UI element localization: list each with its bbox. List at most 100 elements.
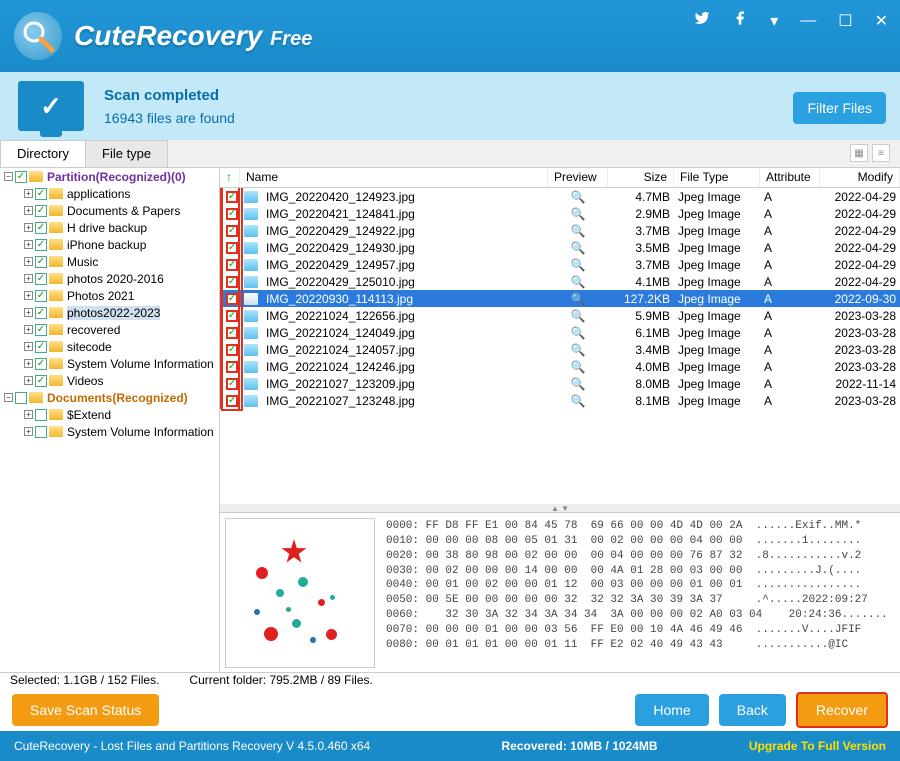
preview-icon[interactable]: 🔍 <box>548 377 608 391</box>
app-title: CuteRecovery Free <box>74 20 312 52</box>
row-checkbox[interactable]: ✓ <box>226 344 238 356</box>
tree-item[interactable]: +✓iPhone backup <box>0 236 219 253</box>
pane-splitter[interactable]: ▲ ▼ <box>220 504 900 512</box>
tree-item[interactable]: +✓applications <box>0 185 219 202</box>
tab-file-type[interactable]: File type <box>85 140 168 167</box>
tree-documents[interactable]: Documents(Recognized) <box>47 391 188 405</box>
scan-complete-icon: ✓ <box>18 81 84 131</box>
view-list-icon[interactable]: ≡ <box>872 144 890 162</box>
twitter-icon[interactable] <box>694 10 710 31</box>
save-scan-status-button[interactable]: Save Scan Status <box>12 694 159 726</box>
footer-bar: CuteRecovery - Lost Files and Partitions… <box>0 731 900 761</box>
file-icon <box>244 208 258 220</box>
maximize-icon[interactable]: ☐ <box>838 11 852 31</box>
file-icon <box>244 259 258 271</box>
row-checkbox[interactable]: ✓ <box>226 378 238 390</box>
close-icon[interactable]: ✕ <box>875 11 888 31</box>
tree-item[interactable]: +✓H drive backup <box>0 219 219 236</box>
filter-files-button[interactable]: Filter Files <box>793 92 886 124</box>
preview-icon[interactable]: 🔍 <box>548 326 608 340</box>
col-preview[interactable]: Preview <box>548 168 608 187</box>
facebook-icon[interactable] <box>732 10 748 31</box>
preview-icon[interactable]: 🔍 <box>548 275 608 289</box>
file-row[interactable]: ✓ IMG_20220429_124957.jpg 🔍 3.7MB Jpeg I… <box>220 256 900 273</box>
preview-icon[interactable]: 🔍 <box>548 224 608 238</box>
tab-directory[interactable]: Directory <box>0 140 86 167</box>
preview-icon[interactable]: 🔍 <box>548 343 608 357</box>
file-icon <box>244 395 258 407</box>
preview-icon[interactable]: 🔍 <box>548 394 608 408</box>
row-checkbox[interactable]: ✓ <box>226 225 238 237</box>
tree-item[interactable]: +✓sitecode <box>0 338 219 355</box>
scan-found-text: 16943 files are found <box>104 110 235 126</box>
file-row[interactable]: ✓ IMG_20220429_125010.jpg 🔍 4.1MB Jpeg I… <box>220 273 900 290</box>
tree-item[interactable]: +✓photos2022-2023 <box>0 304 219 321</box>
preview-icon[interactable]: 🔍 <box>548 190 608 204</box>
tree-item[interactable]: +$Extend <box>0 406 219 423</box>
file-row[interactable]: ✓ IMG_20220421_124841.jpg 🔍 2.9MB Jpeg I… <box>220 205 900 222</box>
tree-item[interactable]: +✓Videos <box>0 372 219 389</box>
row-checkbox[interactable]: ✓ <box>226 361 238 373</box>
recover-button[interactable]: Recover <box>796 692 888 728</box>
preview-icon[interactable]: 🔍 <box>548 309 608 323</box>
preview-icon[interactable]: 🔍 <box>548 258 608 272</box>
directory-tree[interactable]: −✓ Partition(Recognized)(0) +✓applicatio… <box>0 168 220 672</box>
file-list-header: ↑ Name Preview Size File Type Attribute … <box>220 168 900 188</box>
tree-item[interactable]: +✓recovered <box>0 321 219 338</box>
row-checkbox[interactable]: ✓ <box>226 327 238 339</box>
tree-item[interactable]: +✓Music <box>0 253 219 270</box>
file-icon <box>244 293 258 305</box>
preview-icon[interactable]: 🔍 <box>548 360 608 374</box>
tree-item[interactable]: +✓Photos 2021 <box>0 287 219 304</box>
preview-thumbnail <box>225 518 375 668</box>
file-list[interactable]: ✓ IMG_20220420_124923.jpg 🔍 4.7MB Jpeg I… <box>220 188 900 504</box>
preview-icon[interactable]: 🔍 <box>548 207 608 221</box>
status-selected: Selected: 1.1GB / 152 Files. <box>10 673 159 689</box>
preview-icon[interactable]: 🔍 <box>548 241 608 255</box>
scroll-up-icon[interactable]: ↑ <box>220 168 240 187</box>
tree-item[interactable]: +✓Documents & Papers <box>0 202 219 219</box>
row-checkbox[interactable]: ✓ <box>226 395 238 407</box>
status-bar: Selected: 1.1GB / 152 Files. Current fol… <box>0 672 900 689</box>
row-checkbox[interactable]: ✓ <box>226 191 238 203</box>
upgrade-link[interactable]: Upgrade To Full Version <box>749 739 886 753</box>
file-row[interactable]: ✓ IMG_20221024_124246.jpg 🔍 4.0MB Jpeg I… <box>220 358 900 375</box>
file-row[interactable]: ✓ IMG_20220930_114113.jpg 🔍 127.2KB Jpeg… <box>220 290 900 307</box>
file-icon <box>244 191 258 203</box>
tree-partition[interactable]: Partition(Recognized)(0) <box>47 170 186 184</box>
row-checkbox[interactable]: ✓ <box>226 242 238 254</box>
file-row[interactable]: ✓ IMG_20221024_122656.jpg 🔍 5.9MB Jpeg I… <box>220 307 900 324</box>
col-modify[interactable]: Modify <box>820 168 900 187</box>
preview-icon[interactable]: 🔍 <box>548 292 608 306</box>
action-bar: Save Scan Status Home Back Recover <box>0 689 900 731</box>
menu-dropdown-icon[interactable]: ▾ <box>770 11 778 31</box>
file-icon <box>244 344 258 356</box>
file-row[interactable]: ✓ IMG_20221024_124057.jpg 🔍 3.4MB Jpeg I… <box>220 341 900 358</box>
row-checkbox[interactable]: ✓ <box>226 259 238 271</box>
col-attr[interactable]: Attribute <box>760 168 820 187</box>
minimize-icon[interactable]: — <box>800 12 816 30</box>
file-icon <box>244 310 258 322</box>
row-checkbox[interactable]: ✓ <box>226 310 238 322</box>
tree-item[interactable]: +✓System Volume Information <box>0 355 219 372</box>
view-grid-icon[interactable]: ▦ <box>850 144 868 162</box>
tree-item[interactable]: +System Volume Information <box>0 423 219 440</box>
file-row[interactable]: ✓ IMG_20221027_123248.jpg 🔍 8.1MB Jpeg I… <box>220 392 900 409</box>
row-checkbox[interactable]: ✓ <box>226 293 238 305</box>
col-type[interactable]: File Type <box>674 168 760 187</box>
row-checkbox[interactable]: ✓ <box>226 276 238 288</box>
file-row[interactable]: ✓ IMG_20220429_124922.jpg 🔍 3.7MB Jpeg I… <box>220 222 900 239</box>
tree-item[interactable]: +✓photos 2020-2016 <box>0 270 219 287</box>
home-button[interactable]: Home <box>635 694 708 726</box>
file-row[interactable]: ✓ IMG_20220420_124923.jpg 🔍 4.7MB Jpeg I… <box>220 188 900 205</box>
file-row[interactable]: ✓ IMG_20220429_124930.jpg 🔍 3.5MB Jpeg I… <box>220 239 900 256</box>
back-button[interactable]: Back <box>719 694 786 726</box>
file-icon <box>244 276 258 288</box>
file-row[interactable]: ✓ IMG_20221024_124049.jpg 🔍 6.1MB Jpeg I… <box>220 324 900 341</box>
view-tabs: Directory File type ▦ ≡ <box>0 140 900 168</box>
row-checkbox[interactable]: ✓ <box>226 208 238 220</box>
col-name[interactable]: Name <box>240 168 548 187</box>
file-row[interactable]: ✓ IMG_20221027_123209.jpg 🔍 8.0MB Jpeg I… <box>220 375 900 392</box>
col-size[interactable]: Size <box>608 168 674 187</box>
scan-status-panel: ✓ Scan completed 16943 files are found F… <box>0 72 900 140</box>
